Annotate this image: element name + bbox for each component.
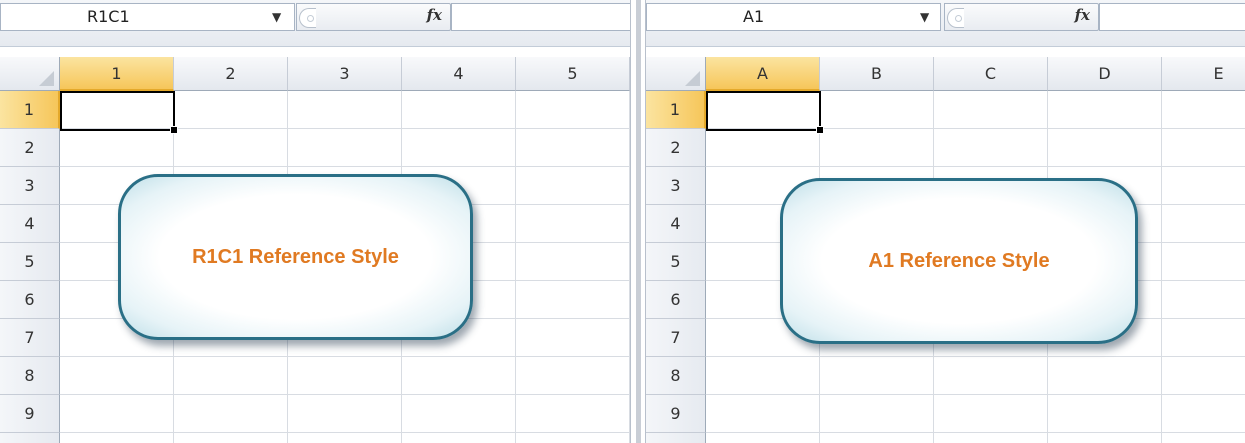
row-header[interactable]: 10 [646, 433, 706, 443]
callout-text: A1 Reference Style [868, 249, 1050, 272]
row-header[interactable]: 5 [646, 243, 706, 281]
name-box[interactable]: A1 [646, 3, 941, 31]
row-header[interactable]: 7 [646, 319, 706, 357]
formula-buttons: fx [296, 3, 451, 31]
name-box-value: A1 [743, 7, 765, 26]
active-cell[interactable] [60, 91, 175, 131]
cancel-icon[interactable] [299, 8, 316, 28]
row-header[interactable]: 3 [646, 167, 706, 205]
column-header[interactable]: D [1048, 57, 1162, 91]
row-header[interactable]: 10 [0, 433, 60, 443]
name-box[interactable]: R1C1 [0, 3, 295, 31]
name-box-dropdown-icon[interactable]: ▼ [272, 3, 281, 31]
row-header[interactable]: 7 [0, 319, 60, 357]
row-header[interactable]: 4 [646, 205, 706, 243]
formula-buttons: fx [944, 3, 1099, 31]
row-header[interactable]: 9 [0, 395, 60, 433]
left-spreadsheet-pane: R1C1 ▼ fx 1234512345678910 R1C1 Referenc… [0, 0, 630, 443]
insert-function-icon[interactable]: fx [1075, 6, 1090, 24]
row-header[interactable]: 5 [0, 243, 60, 281]
fill-handle[interactable] [170, 126, 178, 134]
row-header[interactable]: 2 [0, 129, 60, 167]
column-header[interactable]: 4 [402, 57, 516, 91]
row-header[interactable]: 1 [646, 91, 706, 129]
column-header[interactable]: 1 [60, 57, 174, 91]
cancel-icon[interactable] [947, 8, 964, 28]
row-header[interactable]: 4 [0, 205, 60, 243]
formula-input[interactable] [1099, 3, 1245, 31]
column-header[interactable]: B [820, 57, 934, 91]
pane-divider [630, 0, 646, 443]
name-box-value: R1C1 [87, 7, 130, 26]
column-header[interactable]: 3 [288, 57, 402, 91]
formula-bar: A1 ▼ fx [646, 0, 1245, 47]
column-header[interactable]: C [934, 57, 1048, 91]
row-header[interactable]: 9 [646, 395, 706, 433]
active-cell[interactable] [706, 91, 821, 131]
row-header[interactable]: 3 [0, 167, 60, 205]
select-all-corner[interactable] [0, 57, 60, 91]
row-header[interactable]: 6 [646, 281, 706, 319]
row-header[interactable]: 1 [0, 91, 60, 129]
column-header[interactable]: E [1162, 57, 1245, 91]
column-header[interactable]: 5 [516, 57, 630, 91]
insert-function-icon[interactable]: fx [427, 6, 442, 24]
callout-box: A1 Reference Style [780, 178, 1138, 344]
callout-box: R1C1 Reference Style [118, 174, 473, 340]
fill-handle[interactable] [816, 126, 824, 134]
formula-input[interactable] [451, 3, 630, 31]
select-all-corner[interactable] [646, 57, 706, 91]
column-header[interactable]: 2 [174, 57, 288, 91]
row-header[interactable]: 2 [646, 129, 706, 167]
formula-bar: R1C1 ▼ fx [0, 0, 630, 47]
right-spreadsheet-pane: A1 ▼ fx ABCDE 12345678910 A1 Reference St… [646, 0, 1245, 443]
row-header[interactable]: 6 [0, 281, 60, 319]
name-box-dropdown-icon[interactable]: ▼ [920, 3, 929, 31]
row-header[interactable]: 8 [0, 357, 60, 395]
callout-text: R1C1 Reference Style [192, 245, 399, 268]
column-header[interactable]: A [706, 57, 820, 91]
row-header[interactable]: 8 [646, 357, 706, 395]
